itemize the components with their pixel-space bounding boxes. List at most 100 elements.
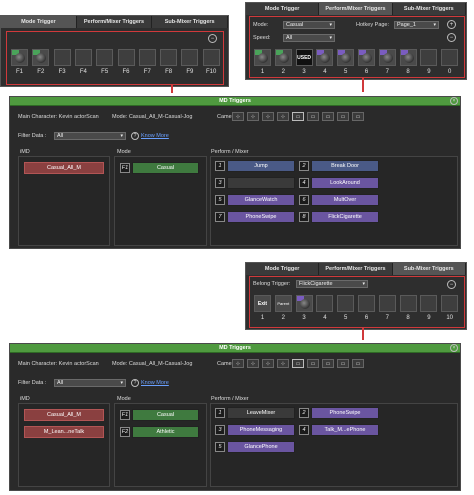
know-more-link[interactable]: Know More [141,380,169,386]
camera-view-icon[interactable]: ⊹ [277,112,289,121]
camera-view-icon[interactable]: ▭ [292,112,304,121]
camera-view-icon[interactable]: ▭ [352,359,364,368]
filter-data-select[interactable]: All [54,132,126,140]
perform-slot[interactable]: USED [295,49,313,66]
mode-item[interactable]: Athletic [132,426,199,438]
mode-slot[interactable] [117,49,135,66]
perform-item[interactable]: GlanceWatch [227,194,295,206]
tab-mode-trigger[interactable]: Mode Trigger [1,16,77,28]
close-icon[interactable]: × [450,344,458,352]
slot-knob-icon [320,53,331,63]
submixer-slot[interactable]: Parent [274,295,292,312]
camera-view-icon[interactable]: ⊹ [232,359,244,368]
submixer-slot[interactable] [420,295,438,312]
perform-slot-label: 6 [364,69,369,75]
collapse-icon[interactable]: − [447,280,456,289]
submixer-slot[interactable] [295,295,313,312]
camera-view-icon[interactable]: ▭ [292,359,304,368]
mode-slot[interactable] [11,49,28,66]
perform-item[interactable]: GlancePhone [227,441,295,453]
perform-item[interactable]: LookAround [311,177,379,189]
help-icon[interactable]: ? [131,379,139,387]
perform-slot[interactable] [378,49,396,66]
mode-knob-icon [36,53,47,63]
submixer-slot[interactable]: Exit [254,295,271,312]
perform-slot[interactable] [441,49,459,66]
tab-mode-trigger[interactable]: Mode Trigger [246,3,320,15]
perform-item[interactable] [227,177,295,189]
perform-item[interactable]: Talk_M...ePhone [311,424,379,436]
mode-item[interactable]: Casual [132,409,199,421]
tab-sub-mixer[interactable]: Sub-Mixer Triggers [392,3,466,15]
mode-slot[interactable] [160,49,178,66]
tab-perform-mixer[interactable]: Perform/Mixer Triggers [319,3,393,15]
submixer-slot[interactable] [378,295,396,312]
mode-slot[interactable] [74,49,92,66]
submixer-slot[interactable] [316,295,334,312]
perform-slot[interactable] [358,49,375,66]
camera-view-icon[interactable]: ⊹ [277,359,289,368]
mode-slot[interactable] [32,49,50,66]
perform-slot-label: 5 [344,69,348,75]
camera-view-icon[interactable]: ▭ [307,359,319,368]
camera-view-icon[interactable]: ⊹ [232,112,244,121]
camera-view-icon[interactable]: ⊹ [247,112,259,121]
mode-slot[interactable] [202,49,220,66]
tab-perform-mixer[interactable]: Perform/Mixer Triggers [76,16,153,28]
mode-item[interactable]: Casual [132,162,199,174]
tab-perform-mixer[interactable]: Perform/Mixer Triggers [319,263,393,275]
perform-item[interactable]: Jump [227,160,295,172]
imd-item[interactable]: Casual_All_M [24,162,104,174]
perform-item[interactable]: Break Door [311,160,379,172]
imd-item[interactable]: M_Lean...neTalk [24,426,104,438]
perform-slot[interactable] [420,49,438,66]
perform-slot[interactable] [399,49,417,66]
camera-view-icon[interactable]: ▭ [337,359,349,368]
speed-select[interactable]: All [283,34,335,42]
perform-slot[interactable] [254,49,271,66]
camera-view-icon[interactable]: ▭ [322,112,334,121]
perform-item[interactable]: PhoneSwipe [227,211,295,223]
perform-slot-label: 4 [323,69,327,75]
submixer-slot[interactable] [358,295,375,312]
help-icon[interactable]: ? [131,132,139,140]
camera-view-icon[interactable]: ▭ [352,112,364,121]
collapse-icon[interactable]: − [208,34,217,43]
hotkey-page-label: Hotkey Page: [356,22,390,28]
mode-slot[interactable] [181,49,199,66]
perform-slot[interactable] [316,49,334,66]
mode-slot[interactable] [53,49,71,66]
perform-item[interactable]: MultOver [311,194,379,206]
perform-key: 4 [299,425,309,435]
tab-sub-mixer[interactable]: Sub-Mixer Triggers [152,16,229,28]
add-icon[interactable]: + [447,20,456,29]
perform-item[interactable]: FlickCigarette [311,211,379,223]
mode-select[interactable]: Casual [283,21,335,29]
tab-mode-trigger[interactable]: Mode Trigger [246,263,320,275]
camera-view-icon[interactable]: ▭ [307,112,319,121]
camera-view-icon[interactable]: ⊹ [262,112,274,121]
camera-view-icon[interactable]: ▭ [322,359,334,368]
collapse-icon[interactable]: − [447,33,456,42]
submixer-slot[interactable] [399,295,417,312]
submixer-slot[interactable] [441,295,459,312]
filter-data-select[interactable]: All [54,379,126,387]
perform-item[interactable]: LeaveMixer [227,407,295,419]
close-icon[interactable]: × [450,97,458,105]
tab-sub-mixer[interactable]: Sub-Mixer Triggers [392,263,466,275]
perform-item[interactable]: PhoneMessaging [227,424,295,436]
perform-item[interactable]: PhoneSwipe [311,407,379,419]
imd-item[interactable]: Casual_All_M [24,409,104,421]
camera-view-icon[interactable]: ⊹ [247,359,259,368]
belong-trigger-select[interactable]: FlickCigarette [296,280,368,288]
camera-view-icon[interactable]: ▭ [337,112,349,121]
mode-slot[interactable] [96,49,114,66]
perform-slot[interactable] [274,49,292,66]
exit-label: Exit [257,301,268,307]
camera-view-icon[interactable]: ⊹ [262,359,274,368]
perform-slot[interactable] [337,49,355,66]
hotkey-page-select[interactable]: Page_1 [394,21,439,29]
submixer-slot[interactable] [337,295,355,312]
know-more-link[interactable]: Know More [141,133,169,139]
mode-slot[interactable] [138,49,156,66]
